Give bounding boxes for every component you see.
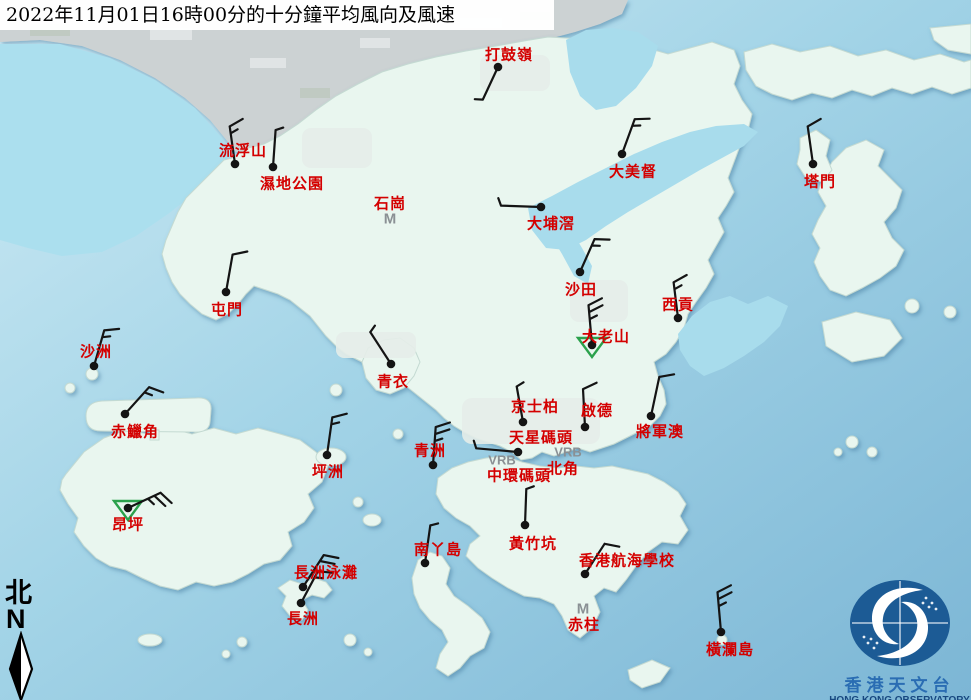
station-label: 沙田: [565, 279, 597, 300]
compass-north-chinese: 北: [5, 580, 46, 607]
map-title: 2022年11月01日16時00分的十分鐘平均風向及風速: [6, 4, 455, 26]
station-labels-layer: 打鼓嶺流浮山濕地公園大美督塔門M石崗大埔滘沙田西貢大老山屯門沙洲青衣赤鱲角坪洲京…: [0, 0, 971, 700]
station-label: 青衣: [377, 371, 409, 392]
station-label: 南丫島: [414, 539, 462, 560]
station-label: 京士柏: [511, 396, 559, 417]
station-label: 北角: [547, 458, 579, 479]
compass-needle-icon: [2, 631, 42, 700]
station-label: 流浮山: [219, 140, 267, 161]
hko-name-english: HONG KONG OBSERVATORY: [828, 695, 971, 700]
station-label: 香港航海學校: [579, 550, 675, 571]
station-label: 昂坪: [112, 514, 144, 535]
compass-north-letter: N: [6, 607, 46, 631]
station-label: 大老山: [582, 326, 630, 347]
station-label: 赤柱: [568, 614, 600, 635]
station-label: 大美督: [609, 161, 657, 182]
wind-map-app: 2022年11月01日16時00分的十分鐘平均風向及風速 打鼓嶺流浮山濕地公園大…: [0, 0, 971, 700]
compass: 北 N: [2, 580, 46, 700]
station-label: 石崗: [374, 193, 406, 214]
station-label: 長洲: [287, 608, 319, 629]
station-label: 將軍澳: [636, 421, 684, 442]
station-label: 沙洲: [80, 341, 112, 362]
station-label: 塔門: [804, 171, 836, 192]
station-label: 橫瀾島: [706, 639, 754, 660]
station-label: 青洲: [414, 440, 446, 461]
station-label: 大埔滘: [527, 213, 575, 234]
station-label: 西貢: [662, 294, 694, 315]
station-label: 坪洲: [312, 461, 344, 482]
hko-logo-icon: [828, 578, 971, 670]
hko-name-chinese: 香港天文台: [828, 677, 971, 695]
title-bar: 2022年11月01日16時00分的十分鐘平均風向及風速: [0, 0, 554, 30]
station-label: 黃竹坑: [509, 533, 557, 554]
station-label: 中環碼頭: [487, 465, 551, 486]
station-label: 屯門: [211, 299, 243, 320]
station-label: 長洲泳灘: [294, 562, 358, 583]
hko-logo: 香港天文台 HONG KONG OBSERVATORY: [828, 578, 971, 700]
station-label: 赤鱲角: [111, 421, 159, 442]
station-label: 濕地公園: [260, 173, 324, 194]
station-label: 啟德: [581, 400, 613, 421]
station-label: 打鼓嶺: [485, 44, 533, 65]
